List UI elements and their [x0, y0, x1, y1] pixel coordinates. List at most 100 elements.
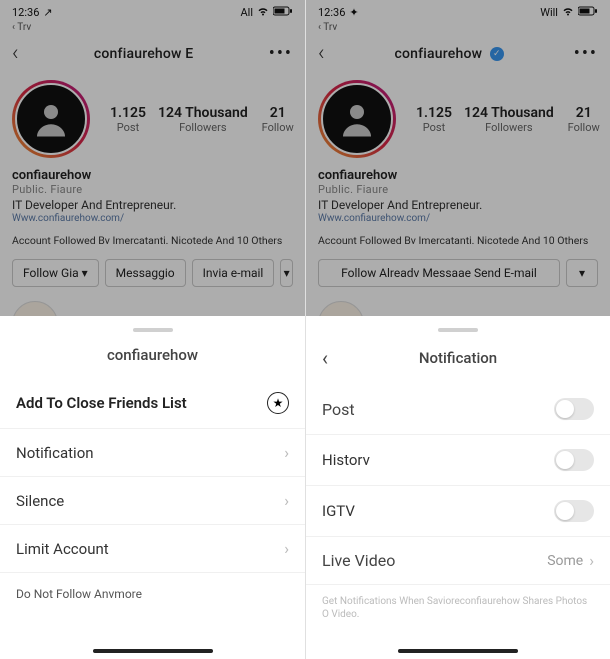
stat-following[interactable]: 21 Follow	[248, 105, 305, 134]
follow-button[interactable]: Follow Gia ▾	[12, 259, 99, 287]
chevron-right-icon: ›	[284, 491, 289, 510]
row-post: Post	[306, 382, 610, 435]
row-silence[interactable]: Silence ›	[0, 477, 305, 525]
screenshot-left: 12:36 ↗ All Trv ‹ confiaurehow E •••	[0, 0, 305, 659]
toggle-history[interactable]	[554, 449, 594, 471]
row-unfollow[interactable]: Do Not Follow Anvmore	[0, 573, 305, 615]
row-close-friends[interactable]: Add To Close Friends List ★	[0, 376, 305, 429]
sheet-title: Notification	[340, 349, 576, 367]
profile-row: 1.125 Post 124 Thousand Followers 21 Fol…	[306, 76, 610, 166]
followed-by[interactable]: Account Followed Bv Imercatanti. Nicoted…	[306, 230, 610, 251]
sheet-note: Get Notifications When Savioreconfiaureh…	[306, 585, 610, 621]
home-indicator[interactable]	[398, 649, 518, 653]
home-indicator[interactable]	[93, 649, 213, 653]
wifi-icon	[257, 6, 269, 19]
chevron-right-icon: ›	[589, 551, 594, 570]
suggest-button[interactable]: ▾	[566, 259, 598, 287]
follow-message-email-button[interactable]: Follow Alreadv Messaae Send E-mail	[318, 259, 560, 287]
following-label: Follow	[554, 121, 610, 134]
followers-label: Followers	[464, 121, 554, 134]
row-label: IGTV	[322, 502, 355, 520]
avatar[interactable]	[318, 80, 396, 158]
action-row: Follow Alreadv Messaae Send E-mail ▾	[306, 251, 610, 295]
row-notification[interactable]: Notification ›	[0, 429, 305, 477]
row-label: Post	[322, 400, 355, 419]
action-sheet: confiaurehow Add To Close Friends List ★…	[0, 316, 305, 659]
sheet-title: confiaurehow	[34, 346, 271, 364]
message-button[interactable]: Messaggio	[105, 259, 186, 287]
stat-following[interactable]: 21 Follow	[554, 105, 610, 134]
status-time-icon: ↗	[43, 6, 52, 19]
row-label: Limit Account	[16, 540, 109, 558]
bio-category: Public. Fiaure	[318, 183, 598, 196]
grabber-icon[interactable]	[133, 328, 173, 332]
bio: confiaurehow Public. Fiaure IT Developer…	[306, 166, 610, 230]
chevron-right-icon: ›	[284, 443, 289, 462]
stat-posts[interactable]: 1.125 Post	[98, 105, 158, 134]
toggle-igtv[interactable]	[554, 500, 594, 522]
bio-category: Public. Fiaure	[12, 183, 293, 196]
stat-followers[interactable]: 124 Thousand Followers	[464, 105, 554, 134]
battery-icon	[578, 6, 598, 19]
stat-followers[interactable]: 124 Thousand Followers	[158, 105, 248, 134]
battery-icon	[273, 6, 293, 19]
bio-description: IT Developer And Entrepreneur.	[12, 198, 293, 212]
profile-header: ‹ confiaurehow E •••	[0, 35, 305, 76]
status-time: 12:36	[318, 6, 345, 19]
row-label: Add To Close Friends List	[16, 394, 187, 412]
followers-count: 124 Thousand	[464, 105, 554, 121]
bio: confiaurehow Public. Fiaure IT Developer…	[0, 166, 305, 230]
followers-count: 124 Thousand	[158, 105, 248, 121]
profile-header: ‹ confiaurehow ✓ •••	[306, 35, 610, 76]
star-icon: ★	[267, 392, 289, 414]
row-igtv: IGTV	[306, 486, 610, 537]
status-bar: 12:36 ↗ All	[0, 0, 305, 24]
following-label: Follow	[248, 121, 305, 134]
row-label: Historv	[322, 451, 370, 469]
chevron-right-icon: ›	[284, 539, 289, 558]
more-icon[interactable]: •••	[574, 43, 598, 64]
status-time: 12:36	[12, 6, 39, 19]
row-label: Live Video	[322, 551, 395, 570]
status-carrier: All	[240, 6, 253, 19]
avatar[interactable]	[12, 80, 90, 158]
screenshot-right: 12:36 ✦ Will Trv ‹ confiaurehow ✓ •••	[305, 0, 610, 659]
bio-name: confiaurehow	[318, 168, 598, 183]
row-value: Some	[547, 553, 583, 569]
sheet-back-icon[interactable]: ‹	[322, 346, 340, 370]
posts-label: Post	[98, 121, 158, 134]
posts-label: Post	[404, 121, 464, 134]
status-bar: 12:36 ✦ Will	[306, 0, 610, 24]
posts-count: 1.125	[98, 105, 158, 121]
bio-description: IT Developer And Entrepreneur.	[318, 198, 598, 212]
posts-count: 1.125	[404, 105, 464, 121]
following-count: 21	[248, 105, 305, 121]
toggle-post[interactable]	[554, 398, 594, 420]
suggest-button[interactable]: ▾	[280, 259, 293, 287]
bio-name: confiaurehow	[12, 168, 293, 183]
followed-by[interactable]: Account Followed Bv Imercatanti. Nicoted…	[0, 230, 305, 251]
row-label: Silence	[16, 492, 64, 510]
status-carrier: Will	[540, 6, 558, 19]
stat-posts[interactable]: 1.125 Post	[404, 105, 464, 134]
verified-icon: ✓	[490, 47, 504, 61]
followers-label: Followers	[158, 121, 248, 134]
profile-row: 1.125 Post 124 Thousand Followers 21 Fol…	[0, 76, 305, 166]
wifi-icon	[562, 6, 574, 19]
username-text: confiaurehow	[394, 46, 482, 62]
grabber-icon[interactable]	[438, 328, 478, 332]
more-icon[interactable]: •••	[269, 43, 293, 64]
bio-link[interactable]: Www.confiaurehow.com/	[12, 213, 293, 224]
profile-username: confiaurehow E	[19, 46, 269, 62]
email-button[interactable]: Invia e-mail	[192, 259, 275, 287]
bio-link[interactable]: Www.confiaurehow.com/	[318, 213, 598, 224]
status-time-icon: ✦	[349, 6, 358, 19]
notification-sheet: ‹ Notification Post Historv IGTV Live Vi…	[306, 316, 610, 659]
action-row: Follow Gia ▾ Messaggio Invia e-mail ▾	[0, 251, 305, 295]
following-count: 21	[554, 105, 610, 121]
row-limit[interactable]: Limit Account ›	[0, 525, 305, 573]
profile-username: confiaurehow ✓	[325, 46, 574, 62]
row-live[interactable]: Live Video Some ›	[306, 537, 610, 585]
row-label: Notification	[16, 444, 94, 462]
row-history: Historv	[306, 435, 610, 486]
